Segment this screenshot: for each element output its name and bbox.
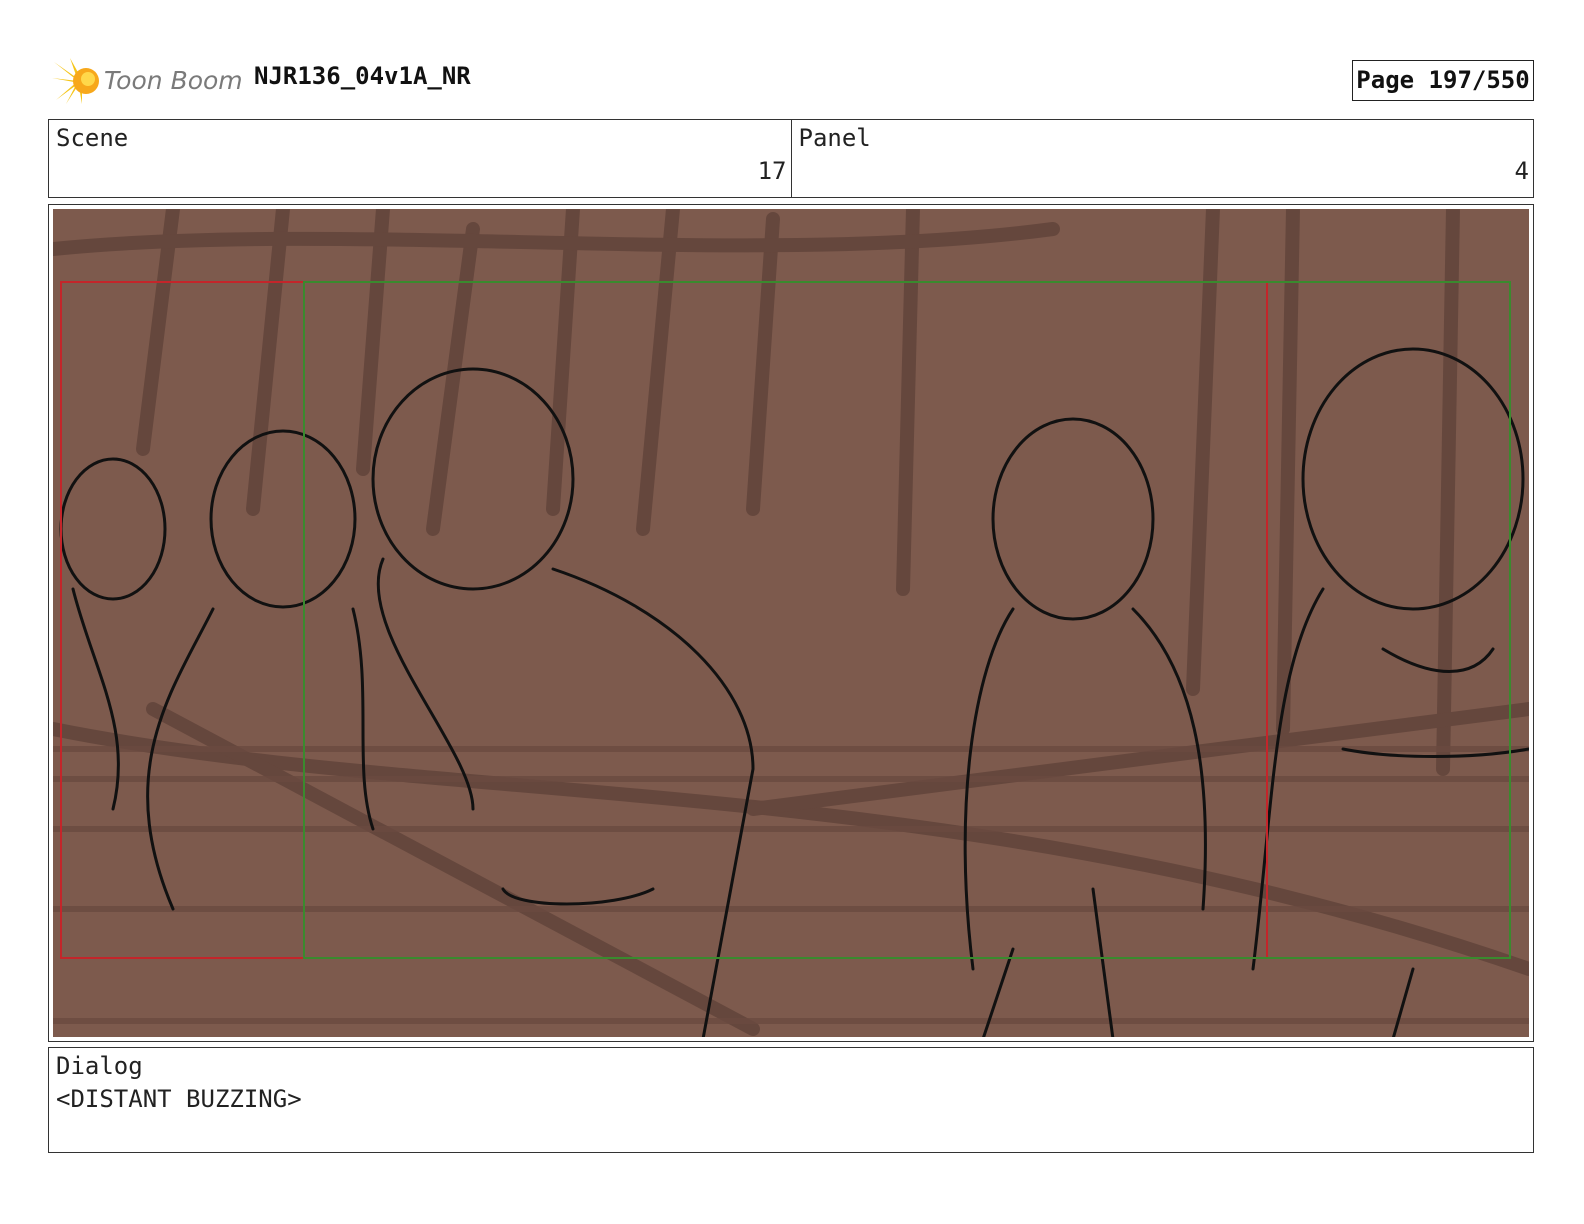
toon-boom-logo: Toon Boom [52, 56, 243, 106]
panel-sketch-image [53, 209, 1529, 1037]
dialog-label: Dialog [56, 1052, 143, 1080]
panel-label: Panel [798, 124, 871, 152]
project-title: NJR136_04v1A_NR [254, 62, 471, 90]
sketch-drawing [53, 209, 1529, 1037]
logo-text: Toon Boom [104, 66, 243, 95]
panel-cell: Panel 4 [790, 120, 1534, 197]
dialog-box: Dialog <DISTANT BUZZING> [48, 1047, 1534, 1153]
scene-cell: Scene 17 [49, 120, 791, 197]
starburst-icon [52, 58, 99, 104]
dialog-text: <DISTANT BUZZING> [56, 1085, 302, 1113]
scene-label: Scene [56, 124, 129, 152]
scene-value: 17 [757, 157, 787, 185]
page-number: Page 197/550 [1352, 60, 1534, 101]
page-header: Toon Boom NJR136_04v1A_NR Page 197/550 [0, 0, 1584, 118]
storyboard-panel [48, 204, 1534, 1042]
panel-value: 4 [1514, 157, 1529, 185]
scene-panel-info: Scene 17 Panel 4 [48, 119, 1534, 198]
